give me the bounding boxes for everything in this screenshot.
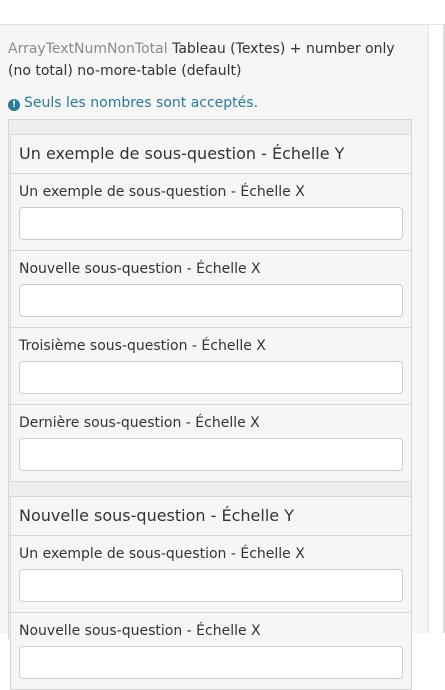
question-tip: ! Seuls les nombres sont acceptés. [8, 92, 258, 114]
question-header: ArrayTextNumNonTotal Tableau (Textes) + … [8, 38, 418, 82]
answer-input[interactable] [19, 284, 403, 317]
info-icon: ! [8, 99, 20, 111]
answer-row: Un exemple de sous-question - Échelle X [10, 536, 412, 613]
answer-input[interactable] [19, 569, 403, 602]
top-bar [0, 0, 445, 25]
answer-row: Un exemple de sous-question - Échelle X [10, 174, 412, 251]
group-title: Un exemple de sous-question - Échelle Y [10, 134, 412, 174]
group-title: Nouvelle sous-question - Échelle Y [10, 496, 412, 536]
answer-input[interactable] [19, 361, 403, 394]
tip-text: Seuls les nombres sont acceptés. [24, 95, 259, 111]
answer-row: Nouvelle sous-question - Échelle X [10, 613, 412, 690]
answer-row: Nouvelle sous-question - Échelle X [10, 251, 412, 328]
answer-row: Dernière sous-question - Échelle X [10, 405, 412, 482]
question-code: ArrayTextNumNonTotal [8, 41, 168, 57]
row-label: Troisième sous-question - Échelle X [19, 338, 266, 354]
row-label: Dernière sous-question - Échelle X [19, 415, 260, 431]
row-label: Nouvelle sous-question - Échelle X [19, 623, 261, 639]
answer-input[interactable] [19, 646, 403, 679]
row-label: Un exemple de sous-question - Échelle X [19, 546, 305, 562]
row-label: Un exemple de sous-question - Échelle X [19, 184, 305, 200]
answer-input[interactable] [19, 438, 403, 471]
row-label: Nouvelle sous-question - Échelle X [19, 261, 261, 277]
answer-row: Troisième sous-question - Échelle X [10, 328, 412, 405]
answer-input[interactable] [19, 207, 403, 240]
